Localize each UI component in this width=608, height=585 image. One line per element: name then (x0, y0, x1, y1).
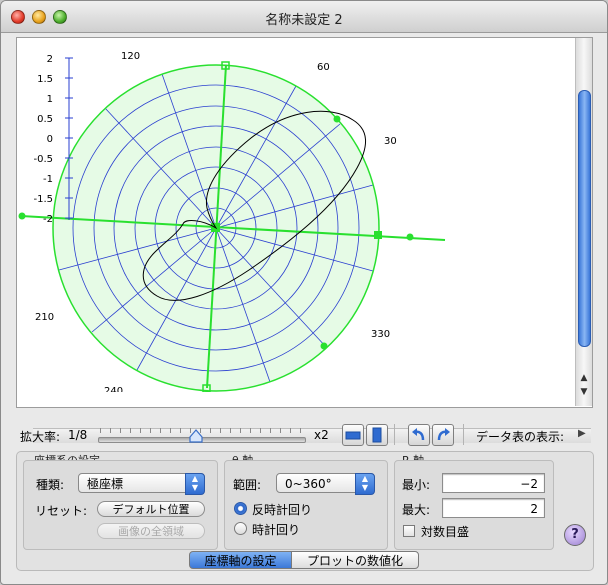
angle-label-60: 60 (317, 62, 330, 73)
angle-label-240: 240 (104, 386, 123, 392)
log-scale-label[interactable]: 対数目盛 (421, 523, 469, 540)
zoom-max-label: x2 (314, 428, 329, 442)
rotate-left-button[interactable] (408, 424, 430, 446)
r-tick-label: -0.5 (33, 154, 53, 165)
r-tick-label: -1.5 (33, 194, 53, 205)
fit-width-button[interactable] (342, 424, 364, 446)
handle-dot-right[interactable] (406, 233, 414, 241)
theta-range-value: 0~360° (285, 477, 332, 491)
fit-width-icon (345, 431, 361, 440)
handle-dot-lower[interactable] (320, 342, 328, 350)
data-table-label: データ表の表示: (476, 430, 565, 444)
zoom-slider-knob[interactable] (189, 429, 203, 443)
app-window: 名称未設定 2 2 1.5 1 0.5 0 -0.5 -1 -1.5 -2 12… (0, 0, 608, 585)
clockwise-radio[interactable] (234, 522, 247, 535)
tab-digitize-plot[interactable]: プロットの数値化 (291, 551, 419, 569)
coord-type-popup[interactable]: 極座標 ▲ ▼ (78, 473, 205, 495)
theta-range-popup[interactable]: 0~360° ▲ ▼ (276, 473, 375, 495)
r-tick-label: 0.5 (37, 114, 53, 125)
popup-arrows-icon: ▲ ▼ (355, 473, 375, 495)
rotate-right-button[interactable] (432, 424, 454, 446)
vertical-scrollbar[interactable]: ▲ ▼ (575, 38, 592, 406)
type-label: 種類: (36, 478, 65, 492)
image-canvas[interactable]: 2 1.5 1 0.5 0 -0.5 -1 -1.5 -2 120 60 30 … (16, 37, 593, 443)
r-tick-label: -2 (43, 214, 53, 225)
log-scale-checkbox[interactable] (403, 525, 415, 537)
rotate-right-icon (437, 428, 450, 441)
counterclockwise-radio[interactable] (234, 502, 247, 515)
zoom-label: 拡大率: (20, 430, 61, 444)
r-tick-label: 1.5 (37, 74, 53, 85)
disclosure-triangle-icon[interactable]: ▶ (578, 428, 586, 439)
range-label: 範囲: (233, 478, 262, 492)
zoom-value: 1/8 (68, 428, 88, 442)
scroll-down-icon[interactable]: ▼ (579, 386, 589, 398)
r-max-label: 最大: (402, 503, 431, 517)
r-tick-label: 2 (47, 54, 53, 65)
scroll-up-icon[interactable]: ▲ (579, 372, 589, 384)
tab-axis-settings[interactable]: 座標軸の設定 (189, 551, 292, 569)
full-image-button[interactable]: 画像の全領域 (97, 523, 205, 539)
vertical-scroll-thumb[interactable] (578, 90, 591, 347)
default-position-button[interactable]: デフォルト位置 (97, 501, 205, 517)
handle-dot-upper[interactable] (333, 115, 341, 123)
angle-label-120: 120 (121, 51, 140, 62)
angle-label-330: 330 (371, 329, 390, 340)
clockwise-label[interactable]: 時計回り (252, 521, 300, 538)
axis-handle-right[interactable] (374, 231, 382, 239)
window-title: 名称未設定 2 (265, 13, 343, 28)
r-tick-label: 0 (47, 134, 53, 145)
counterclockwise-label[interactable]: 反時計回り (252, 501, 312, 518)
r-max-field[interactable]: 2 (442, 498, 545, 518)
reset-label: リセット: (35, 504, 88, 518)
toolbar-divider (394, 424, 395, 445)
help-button[interactable]: ? (564, 524, 586, 546)
r-min-field[interactable]: −2 (442, 473, 545, 493)
handle-dot-left[interactable] (18, 212, 26, 220)
r-tick-label: 1 (47, 94, 53, 105)
polar-plot[interactable]: 2 1.5 1 0.5 0 -0.5 -1 -1.5 -2 120 60 30 … (17, 38, 592, 392)
popup-arrows-icon: ▲ ▼ (185, 473, 205, 495)
fit-height-button[interactable] (366, 424, 388, 446)
fit-height-icon (372, 427, 382, 443)
toolbar-divider (463, 424, 464, 445)
angle-label-210: 210 (35, 312, 54, 323)
angle-label-30: 30 (384, 136, 397, 147)
r-tick-label: -1 (43, 174, 53, 185)
r-min-label: 最小: (402, 478, 431, 492)
title-bar: 名称未設定 2 (1, 1, 607, 33)
rotate-left-icon (412, 428, 425, 441)
coord-type-value: 極座標 (87, 477, 124, 491)
r-tick-labels: 2 1.5 1 0.5 0 -0.5 -1 -1.5 -2 (33, 54, 53, 225)
